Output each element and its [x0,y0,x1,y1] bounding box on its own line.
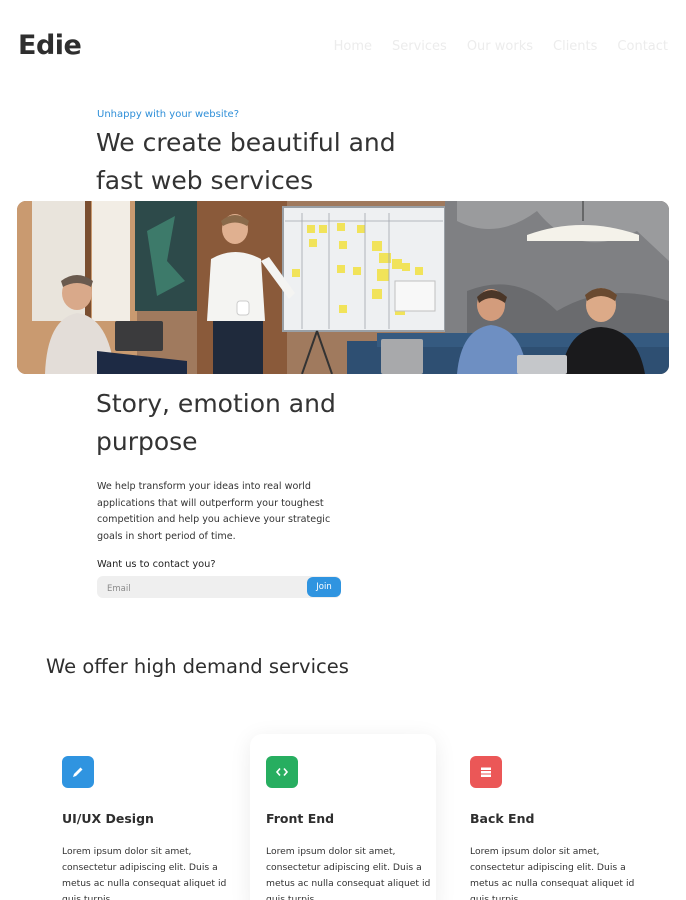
main-nav: Home Services Our works Clients Contact [334,39,668,54]
join-button[interactable]: Join [307,577,341,597]
nav-services[interactable]: Services [392,39,447,54]
brand-logo[interactable]: Edie [18,30,82,61]
service-description: Lorem ipsum dolor sit amet, consectetur … [266,846,431,900]
nav-home[interactable]: Home [334,39,372,54]
story-title: Story, emotion and purpose [96,389,336,456]
story-description: We help transform your ideas into real w… [97,481,331,542]
service-card-backend[interactable]: Back End Lorem ipsum dolor sit amet, con… [454,734,640,900]
hero-title: We create beautiful and fast web service… [96,128,396,195]
email-input[interactable] [97,578,297,600]
service-title: Back End [470,811,535,826]
hero-eyebrow: Unhappy with your website? [97,109,240,120]
email-form: Join [97,576,341,600]
service-title: UI/UX Design [62,811,154,826]
service-card-frontend[interactable]: Front End Lorem ipsum dolor sit amet, co… [250,734,436,900]
services-title: We offer high demand services [46,655,349,678]
server-icon [470,756,502,788]
service-card-uiux[interactable]: UI/UX Design Lorem ipsum dolor sit amet,… [46,734,232,900]
code-icon [266,756,298,788]
pencil-icon [62,756,94,788]
service-description: Lorem ipsum dolor sit amet, consectetur … [62,846,227,900]
contact-label: Want us to contact you? [97,559,216,570]
nav-contact[interactable]: Contact [617,39,668,54]
service-title: Front End [266,811,335,826]
nav-clients[interactable]: Clients [553,39,597,54]
service-description: Lorem ipsum dolor sit amet, consectetur … [470,846,635,900]
hero-photo [17,201,669,374]
nav-our-works[interactable]: Our works [467,39,533,54]
